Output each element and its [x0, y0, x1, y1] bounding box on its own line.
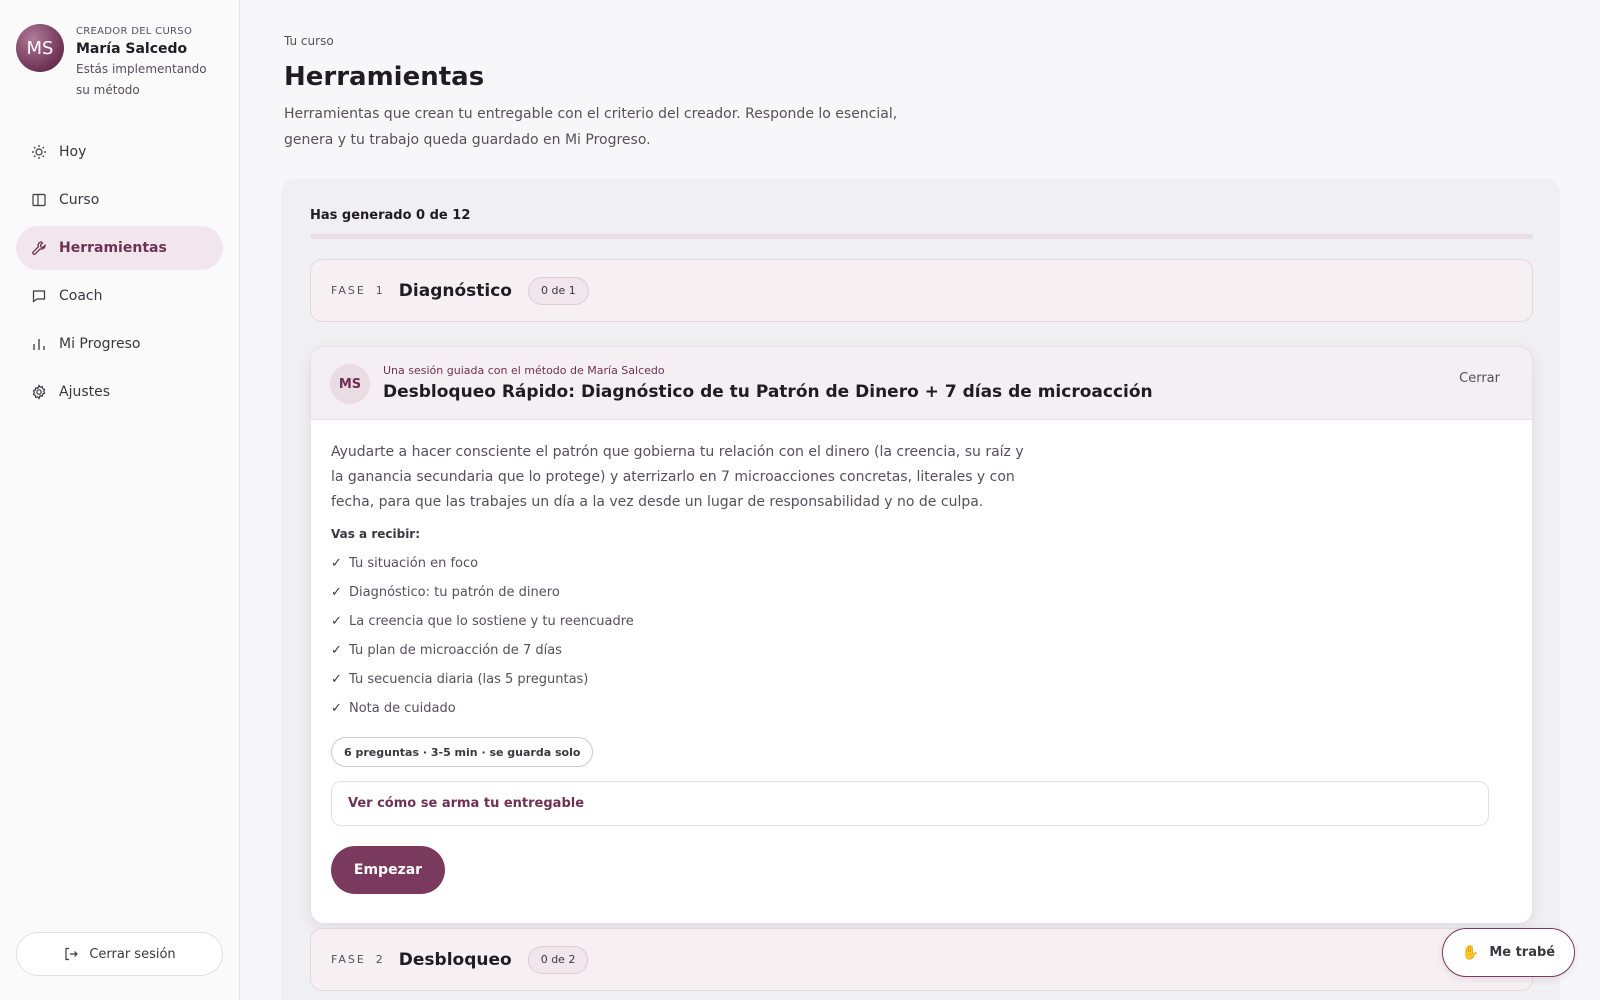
creator-avatar: MS: [16, 24, 64, 72]
tool-description: Ayudarte a hacer consciente el patrón qu…: [331, 444, 1024, 510]
deliverable-item: ✓ Diagnóstico: tu patrón de dinero: [331, 578, 1511, 607]
creator-name: María Salcedo: [76, 41, 188, 57]
check-icon: ✓: [331, 643, 342, 658]
meta-pill: 6 preguntas · 3-5 min · se guarda solo: [331, 737, 594, 767]
page-title: Herramientas: [284, 62, 485, 92]
nav-item-coach[interactable]: Coach: [16, 274, 223, 318]
tools-panel: Has generado 0 de 12 FASE 1 Diagnóstico …: [281, 178, 1560, 1000]
receive-label: Vas a recibir:: [331, 527, 421, 541]
start-button[interactable]: Empezar: [331, 846, 445, 894]
deliverables-list: ✓ Tu situación en foco ✓ Diagnóstico: tu pa…: [331, 549, 1511, 723]
bar-chart-icon: [31, 336, 47, 352]
progress-label: Has generado 0 de 12: [310, 208, 471, 223]
check-icon: ✓: [331, 556, 342, 571]
help-label: Me trabé: [1489, 945, 1556, 960]
tool-card: MS Una sesión guiada con el método de Ma…: [310, 346, 1533, 924]
nav-item-mi-progreso[interactable]: Mi Progreso: [16, 322, 223, 366]
close-button[interactable]: Cerrar: [1459, 371, 1500, 386]
creator-kicker: CREADOR DEL CURSO: [76, 26, 193, 37]
sun-icon: [31, 144, 47, 160]
nav-label: Mi Progreso: [59, 336, 141, 352]
logout-label: Cerrar sesión: [89, 946, 176, 962]
main-nav: Hoy Curso Herramientas Coach Mi Progreso: [16, 130, 223, 418]
deliverable-item: ✓ La creencia que lo sostiene y tu reencu…: [331, 607, 1511, 636]
deliverable-expander[interactable]: Ver cómo se arma tu entregable: [331, 781, 1489, 826]
nav-item-curso[interactable]: Curso: [16, 178, 223, 222]
nav-item-hoy[interactable]: Hoy: [16, 130, 223, 174]
deliverable-label: Tu secuencia diaria (las 5 preguntas): [349, 672, 589, 687]
check-icon: ✓: [331, 701, 342, 716]
tool-card-header: MS Una sesión guiada con el método de Ma…: [311, 347, 1532, 420]
page-description: Herramientas que crean tu entregable con…: [284, 106, 898, 148]
logout-icon: [63, 946, 79, 962]
phase-header-desbloqueo[interactable]: FASE 2 Desbloqueo 0 de 2: [310, 928, 1533, 991]
phase-number: 2: [375, 953, 383, 966]
check-icon: ✓: [331, 614, 342, 629]
creator-subtitle: Estás implementando su método: [76, 62, 207, 97]
tool-card-body: Ayudarte a hacer consciente el patrón qu…: [331, 440, 1511, 894]
gear-icon: [31, 384, 47, 400]
creator-card: MS CREADOR DEL CURSO María Salcedo Estás…: [16, 24, 216, 101]
tool-kicker: Una sesión guiada con el método de María…: [383, 364, 665, 377]
chat-icon: [31, 288, 47, 304]
nav-label: Herramientas: [59, 240, 167, 256]
phase-count-badge: 0 de 1: [527, 276, 589, 305]
progress-bar: [310, 234, 1533, 239]
breadcrumb: Tu curso: [284, 34, 334, 48]
deliverable-label: Tu situación en foco: [349, 556, 479, 571]
help-button[interactable]: ✋ Me trabé: [1442, 928, 1575, 977]
hand-icon: ✋: [1461, 944, 1480, 961]
deliverable-label: Tu plan de microacción de 7 días: [349, 643, 562, 658]
deliverable-item: ✓ Tu secuencia diaria (las 5 preguntas): [331, 665, 1511, 694]
tool-title: Desbloqueo Rápido: Diagnóstico de tu Pat…: [383, 382, 1153, 402]
sidebar: MS CREADOR DEL CURSO María Salcedo Estás…: [0, 0, 240, 1000]
nav-item-ajustes[interactable]: Ajustes: [16, 370, 223, 414]
phase-count-badge: 0 de 2: [527, 945, 589, 974]
nav-item-herramientas[interactable]: Herramientas: [16, 226, 223, 270]
phase-kicker: FASE: [331, 953, 366, 966]
nav-label: Coach: [59, 288, 103, 304]
wrench-icon: [31, 240, 47, 256]
deliverable-item: ✓ Tu situación en foco: [331, 549, 1511, 578]
check-icon: ✓: [331, 672, 342, 687]
phase-number: 1: [375, 284, 383, 297]
phase-title: Diagnóstico: [398, 280, 512, 301]
deliverable-label: Nota de cuidado: [349, 701, 456, 716]
nav-label: Curso: [59, 192, 100, 208]
nav-label: Hoy: [59, 144, 87, 160]
logout-button[interactable]: Cerrar sesión: [16, 932, 223, 976]
book-icon: [31, 192, 47, 208]
nav-label: Ajustes: [59, 384, 111, 400]
phase-header-diagnostico[interactable]: FASE 1 Diagnóstico 0 de 1: [310, 259, 1533, 322]
creator-avatar-small: MS: [330, 364, 370, 404]
phase-title: Desbloqueo: [398, 949, 512, 970]
deliverable-label: Diagnóstico: tu patrón de dinero: [349, 585, 560, 600]
deliverable-label: La creencia que lo sostiene y tu reencua…: [349, 614, 634, 629]
deliverable-item: ✓ Nota de cuidado: [331, 694, 1511, 723]
deliverable-item: ✓ Tu plan de microacción de 7 días: [331, 636, 1511, 665]
check-icon: ✓: [331, 585, 342, 600]
phase-kicker: FASE: [331, 284, 366, 297]
